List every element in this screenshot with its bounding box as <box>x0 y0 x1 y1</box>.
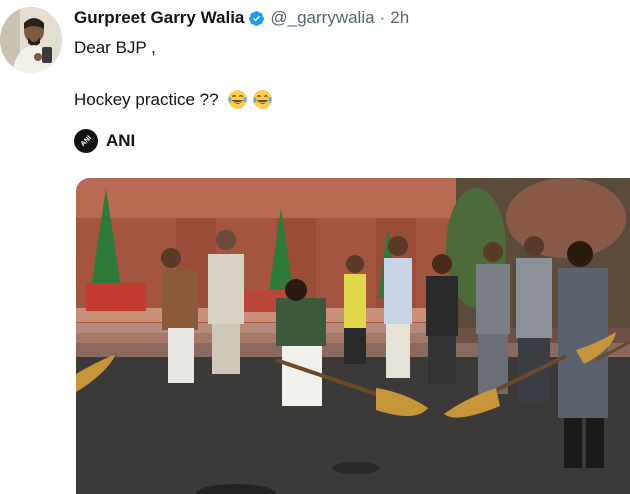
timestamp[interactable]: 2h <box>390 8 409 28</box>
quoted-account[interactable]: ANI ANI <box>69 124 135 158</box>
face-with-tears-of-joy-icon <box>252 90 272 109</box>
video-thumbnail <box>76 178 630 494</box>
tweet-media[interactable] <box>76 178 630 494</box>
face-with-tears-of-joy-icon <box>227 90 247 109</box>
quoted-account-name[interactable]: ANI <box>106 131 135 151</box>
ani-logo-icon: ANI <box>69 124 103 158</box>
display-name[interactable]: Gurpreet Garry Walia <box>74 8 244 28</box>
ani-logo-text: ANI <box>79 134 93 148</box>
avatar[interactable] <box>0 7 62 73</box>
tweet-text-line-1: Dear BJP , <box>74 38 156 57</box>
tweet[interactable]: Gurpreet Garry Walia @_garrywalia · 2h D… <box>0 0 630 494</box>
verified-badge-icon <box>249 10 265 26</box>
avatar-photo <box>0 7 62 73</box>
tweet-text-line-2-label: Hockey practice ?? <box>74 89 219 109</box>
tweet-text-line-2: Hockey practice ?? <box>74 89 273 110</box>
user-handle[interactable]: @_garrywalia <box>270 8 374 28</box>
tweet-header: Gurpreet Garry Walia @_garrywalia · 2h <box>74 6 409 30</box>
separator-dot: · <box>379 8 386 27</box>
